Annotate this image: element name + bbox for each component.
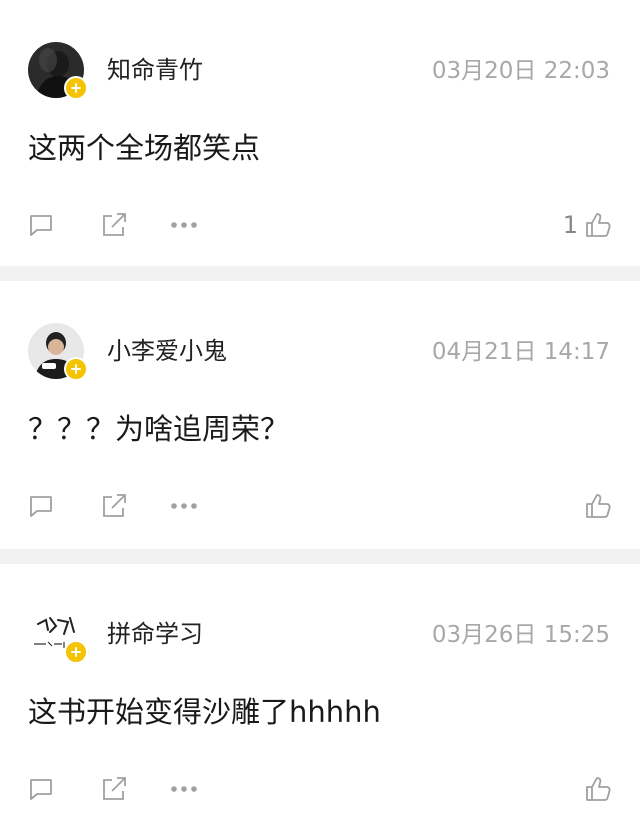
divider [0,549,640,564]
comment-button[interactable] [28,489,54,523]
like-button[interactable] [578,772,612,806]
action-bar [28,772,612,806]
timestamp: 03月26日 15:25 [431,622,610,648]
share-button[interactable] [100,208,128,242]
comment-button[interactable] [28,772,54,806]
verified-badge-icon [64,357,88,381]
comment-card: 小李爱小鬼 04月21日 14:17 ？？？为啥追周荣？ [0,281,640,549]
comment-card: 拼命学习 03月26日 15:25 这书开始变得沙雕了hhhhh [0,564,640,817]
comment-text: 这两个全场都笑点 [28,131,261,165]
comment-text: ？？？为啥追周荣？ [28,412,290,446]
timestamp: 03月20日 22:03 [431,58,610,84]
like-count: 1 [562,211,578,239]
thumbs-up-icon [586,777,611,801]
avatar[interactable] [28,323,88,381]
avatar[interactable] [28,42,88,100]
username[interactable]: 小李爱小鬼 [107,335,227,367]
more-icon [171,786,197,792]
share-button[interactable] [100,772,128,806]
more-button[interactable] [170,772,198,806]
comment-feed: 知命青竹 03月20日 22:03 这两个全场都笑点 1 小李爱小鬼 04月21… [0,0,640,817]
like-button[interactable]: 1 [563,208,612,242]
share-icon [103,494,126,517]
share-icon [103,777,126,800]
share-icon [103,213,126,236]
share-button[interactable] [100,489,128,523]
thumbs-up-icon [586,494,611,518]
avatar[interactable] [28,606,88,664]
action-bar [28,489,612,523]
more-button[interactable] [170,489,198,523]
more-button[interactable] [170,208,198,242]
comment-text: 这书开始变得沙雕了hhhhh [28,695,381,729]
username[interactable]: 知命青竹 [107,54,203,86]
divider [0,266,640,281]
more-icon [171,222,197,228]
timestamp: 04月21日 14:17 [431,339,610,365]
like-button[interactable] [578,489,612,523]
verified-badge-icon [64,76,88,100]
more-icon [171,503,197,509]
action-bar: 1 [28,208,612,242]
comment-card: 知命青竹 03月20日 22:03 这两个全场都笑点 1 [0,0,640,266]
thumbs-up-icon [586,213,611,237]
verified-badge-icon [64,640,88,664]
comment-icon [30,215,52,236]
comment-button[interactable] [28,208,54,242]
username[interactable]: 拼命学习 [107,618,203,650]
comment-icon [30,496,52,517]
comment-icon [30,779,52,800]
